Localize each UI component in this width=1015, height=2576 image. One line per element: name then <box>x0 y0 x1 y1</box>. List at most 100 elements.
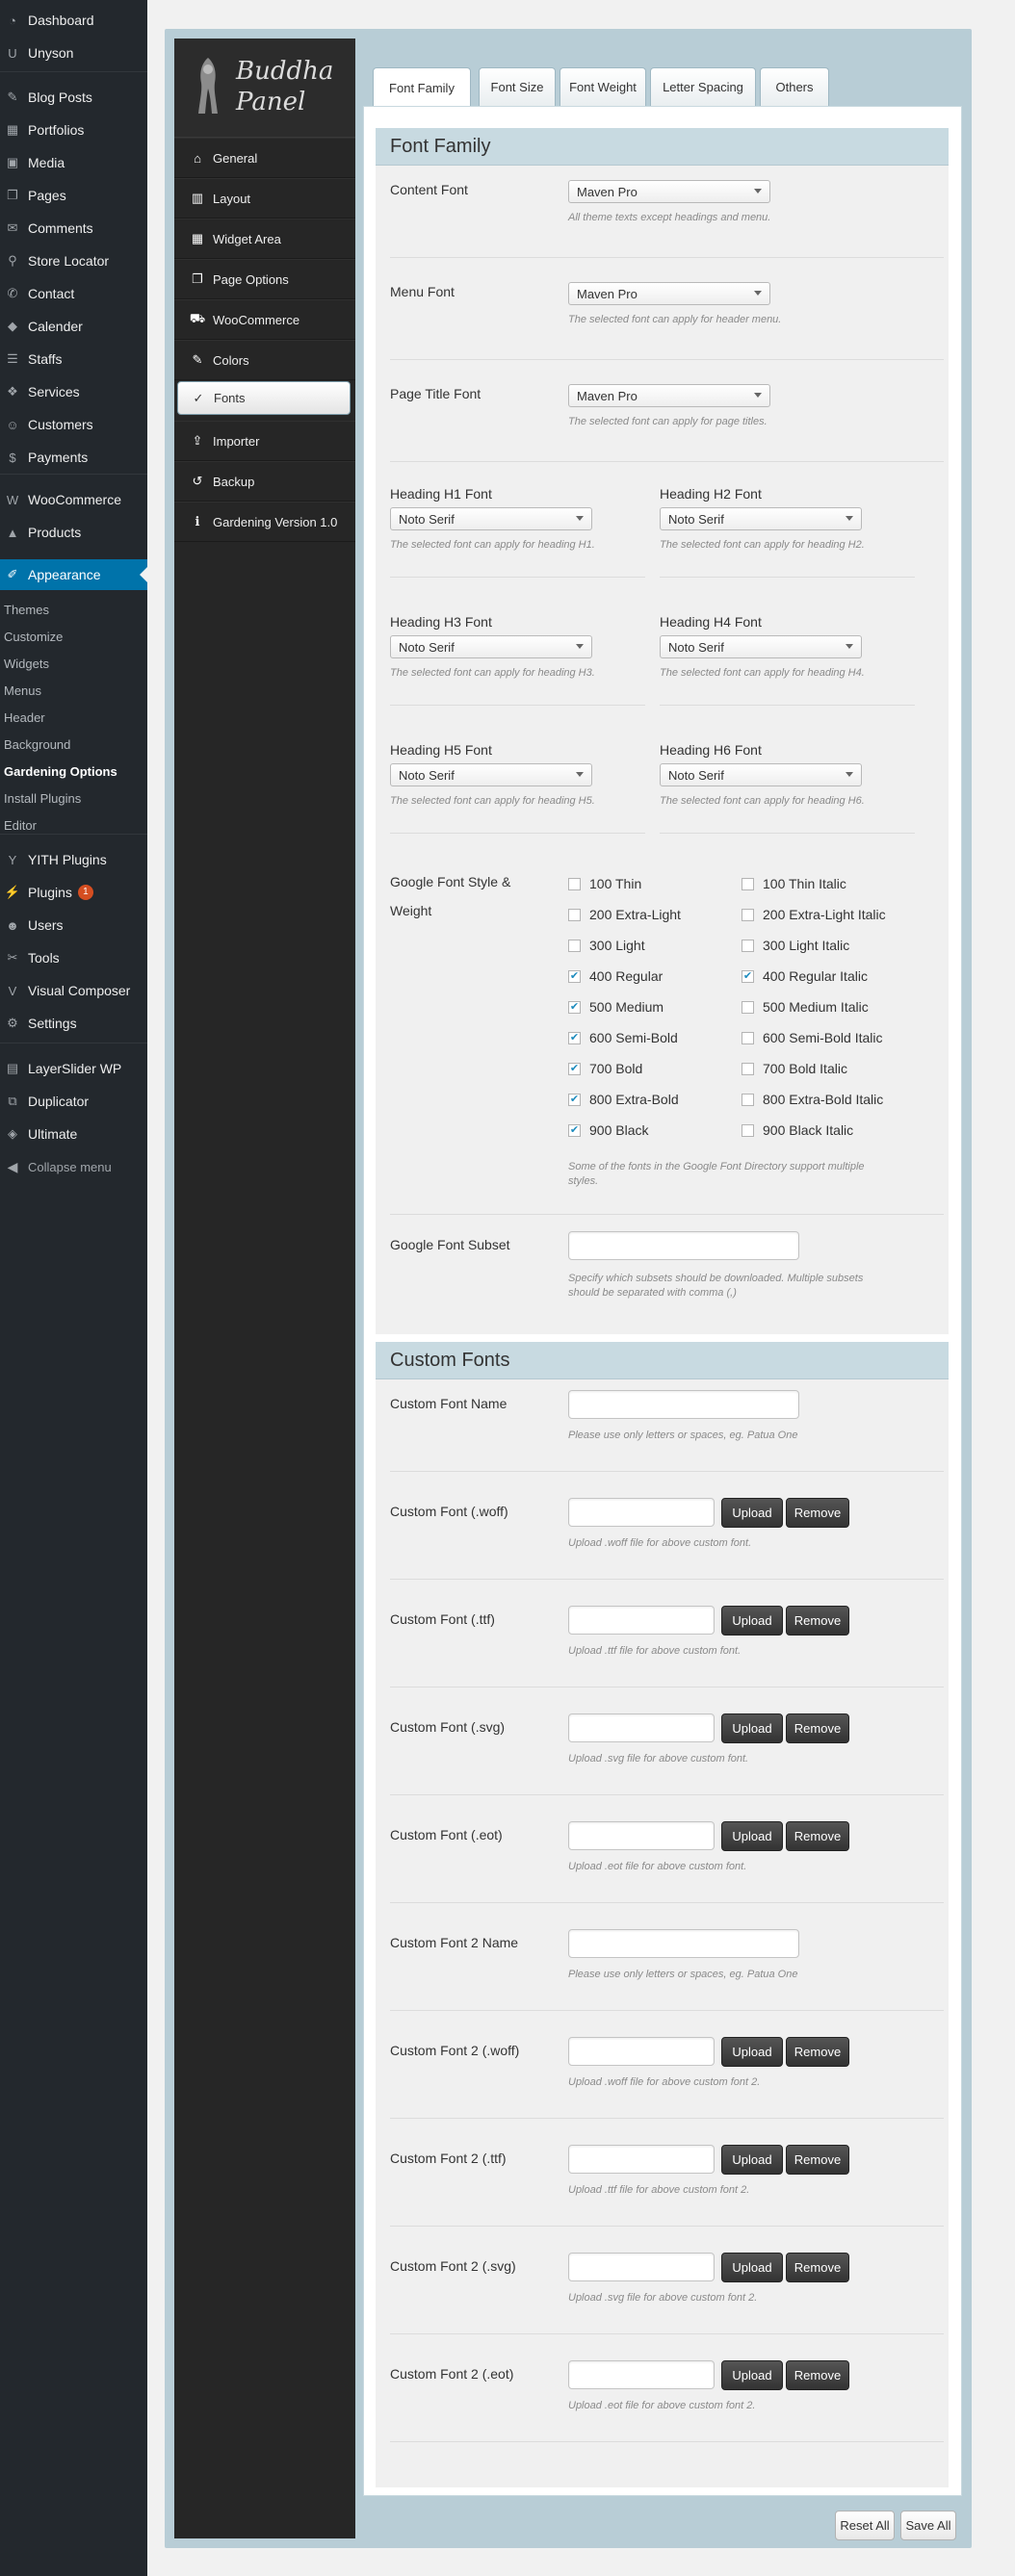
tab-letter-spacing[interactable]: Letter Spacing <box>650 67 756 106</box>
remove-button[interactable]: Remove <box>786 2360 849 2390</box>
italic-weight-checkbox[interactable]: 500 Medium Italic <box>742 999 869 1015</box>
checkbox[interactable]: ✔ <box>568 1093 581 1106</box>
admin-menu-item[interactable]: $ Payments <box>0 445 147 470</box>
upload-button[interactable]: Upload <box>721 2145 783 2175</box>
custom-font-ttf-input[interactable] <box>568 1606 715 1635</box>
collapse-menu-button[interactable]: ◀ Collapse menu <box>0 1154 147 1179</box>
remove-button[interactable]: Remove <box>786 1821 849 1851</box>
heading-h2-select[interactable]: Noto Serif <box>660 507 862 530</box>
italic-weight-checkbox[interactable]: 700 Bold Italic <box>742 1061 847 1076</box>
appearance-submenu-item[interactable]: Customize <box>4 626 147 647</box>
save-all-button[interactable]: Save All <box>900 2511 956 2540</box>
admin-menu-item[interactable]: ⚡ Plugins 1 <box>0 880 147 905</box>
tab-font-weight[interactable]: Font Weight <box>560 67 646 106</box>
panel-menu-backup[interactable]: ↺ Backup <box>174 461 355 502</box>
admin-menu-item[interactable]: ⚲ Store Locator <box>0 248 147 273</box>
remove-button[interactable]: Remove <box>786 1713 849 1743</box>
appearance-submenu-item[interactable]: Themes <box>4 599 147 620</box>
admin-menu-item[interactable]: ❖ Services <box>0 379 147 404</box>
weight-checkbox[interactable]: ✔ 400 Regular <box>568 968 663 984</box>
panel-menu-gardening-version-1-0[interactable]: ℹ Gardening Version 1.0 <box>174 502 355 542</box>
admin-menu-item[interactable]: ✉ Comments <box>0 216 147 241</box>
checkbox[interactable] <box>742 1093 754 1106</box>
italic-weight-checkbox[interactable]: 200 Extra-Light Italic <box>742 907 886 922</box>
admin-menu-item[interactable]: ✂ Tools <box>0 945 147 970</box>
custom-font-2-svg-input[interactable] <box>568 2253 715 2281</box>
checkbox[interactable] <box>742 1031 754 1044</box>
checkbox[interactable] <box>742 877 754 890</box>
heading-h5-select[interactable]: Noto Serif <box>390 763 592 786</box>
content-font-select[interactable]: Maven Pro <box>568 180 770 203</box>
upload-button[interactable]: Upload <box>721 2037 783 2067</box>
reset-all-button[interactable]: Reset All <box>835 2511 895 2540</box>
checkbox[interactable]: ✔ <box>568 1062 581 1075</box>
appearance-submenu-item[interactable]: Menus <box>4 680 147 701</box>
checkbox[interactable]: ✔ <box>568 969 581 983</box>
upload-button[interactable]: Upload <box>721 1606 783 1636</box>
admin-menu-item[interactable]: ⧉ Duplicator <box>0 1089 147 1114</box>
checkbox[interactable] <box>742 939 754 952</box>
appearance-submenu-item[interactable]: Install Plugins <box>4 787 147 809</box>
admin-menu-item[interactable]: ❐ Pages <box>0 183 147 208</box>
admin-menu-item[interactable]: W WooCommerce <box>0 487 147 512</box>
upload-button[interactable]: Upload <box>721 1821 783 1851</box>
tab-others[interactable]: Others <box>760 67 829 106</box>
panel-menu-page-options[interactable]: ❐ Page Options <box>174 259 355 299</box>
admin-menu-item[interactable]: ▤ LayerSlider WP <box>0 1056 147 1081</box>
weight-checkbox[interactable]: ✔ 600 Semi-Bold <box>568 1030 678 1045</box>
appearance-submenu-item[interactable]: Gardening Options <box>4 760 147 782</box>
page-title-font-select[interactable]: Maven Pro <box>568 384 770 407</box>
admin-menu-item[interactable]: ◔ Dashboard <box>0 8 147 33</box>
upload-button[interactable]: Upload <box>721 2360 783 2390</box>
checkbox[interactable] <box>742 908 754 921</box>
heading-h4-select[interactable]: Noto Serif <box>660 635 862 658</box>
weight-checkbox[interactable]: ✔ 700 Bold <box>568 1061 642 1076</box>
admin-menu-item[interactable]: ☻ Users <box>0 913 147 938</box>
panel-menu-general[interactable]: ⌂ General <box>174 138 355 178</box>
weight-checkbox[interactable]: ✔ 800 Extra-Bold <box>568 1092 679 1107</box>
appearance-submenu-item[interactable]: Editor <box>4 814 147 836</box>
weight-checkbox[interactable]: ✔ 500 Medium <box>568 999 664 1015</box>
appearance-submenu-item[interactable]: Widgets <box>4 653 147 674</box>
weight-checkbox[interactable]: ✔ 900 Black <box>568 1122 648 1138</box>
remove-button[interactable]: Remove <box>786 2253 849 2282</box>
remove-button[interactable]: Remove <box>786 1606 849 1636</box>
admin-menu-item[interactable]: ☰ Staffs <box>0 347 147 372</box>
checkbox[interactable] <box>568 908 581 921</box>
admin-menu-item[interactable]: ▲ Products <box>0 520 147 545</box>
admin-menu-item[interactable]: V Visual Composer <box>0 978 147 1003</box>
custom-font-woff-input[interactable] <box>568 1498 715 1527</box>
custom-font-2-name-input[interactable] <box>568 1929 799 1958</box>
custom-font-2-ttf-input[interactable] <box>568 2145 715 2174</box>
checkbox[interactable] <box>568 877 581 890</box>
panel-menu-fonts[interactable]: ✓ Fonts <box>177 381 351 415</box>
checkbox[interactable]: ✔ <box>568 1123 581 1137</box>
heading-h3-select[interactable]: Noto Serif <box>390 635 592 658</box>
upload-button[interactable]: Upload <box>721 1498 783 1528</box>
google-font-subset-input[interactable] <box>568 1231 799 1260</box>
custom-font-svg-input[interactable] <box>568 1713 715 1742</box>
remove-button[interactable]: Remove <box>786 2145 849 2175</box>
italic-weight-checkbox[interactable]: 300 Light Italic <box>742 938 849 953</box>
appearance-submenu-item[interactable]: Background <box>4 734 147 755</box>
appearance-submenu-item[interactable]: Header <box>4 707 147 728</box>
heading-h1-select[interactable]: Noto Serif <box>390 507 592 530</box>
menu-font-select[interactable]: Maven Pro <box>568 282 770 305</box>
remove-button[interactable]: Remove <box>786 2037 849 2067</box>
italic-weight-checkbox[interactable]: ✔ 400 Regular Italic <box>742 968 868 984</box>
italic-weight-checkbox[interactable]: 100 Thin Italic <box>742 876 846 891</box>
tab-font-size[interactable]: Font Size <box>479 67 556 106</box>
custom-font-2-eot-input[interactable] <box>568 2360 715 2389</box>
italic-weight-checkbox[interactable]: 600 Semi-Bold Italic <box>742 1030 883 1045</box>
checkbox[interactable]: ✔ <box>742 969 754 983</box>
admin-menu-item[interactable]: Y YITH Plugins <box>0 847 147 872</box>
admin-menu-item[interactable]: ⚙ Settings <box>0 1011 147 1036</box>
upload-button[interactable]: Upload <box>721 1713 783 1743</box>
weight-checkbox[interactable]: 300 Light <box>568 938 645 953</box>
italic-weight-checkbox[interactable]: 900 Black Italic <box>742 1122 853 1138</box>
weight-checkbox[interactable]: 100 Thin <box>568 876 641 891</box>
panel-menu-importer[interactable]: ⇪ Importer <box>174 421 355 461</box>
panel-menu-layout[interactable]: ▥ Layout <box>174 178 355 219</box>
panel-menu-woocommerce[interactable]: ⛟ WooCommerce <box>174 299 355 340</box>
admin-menu-item[interactable]: ▣ Media <box>0 150 147 175</box>
